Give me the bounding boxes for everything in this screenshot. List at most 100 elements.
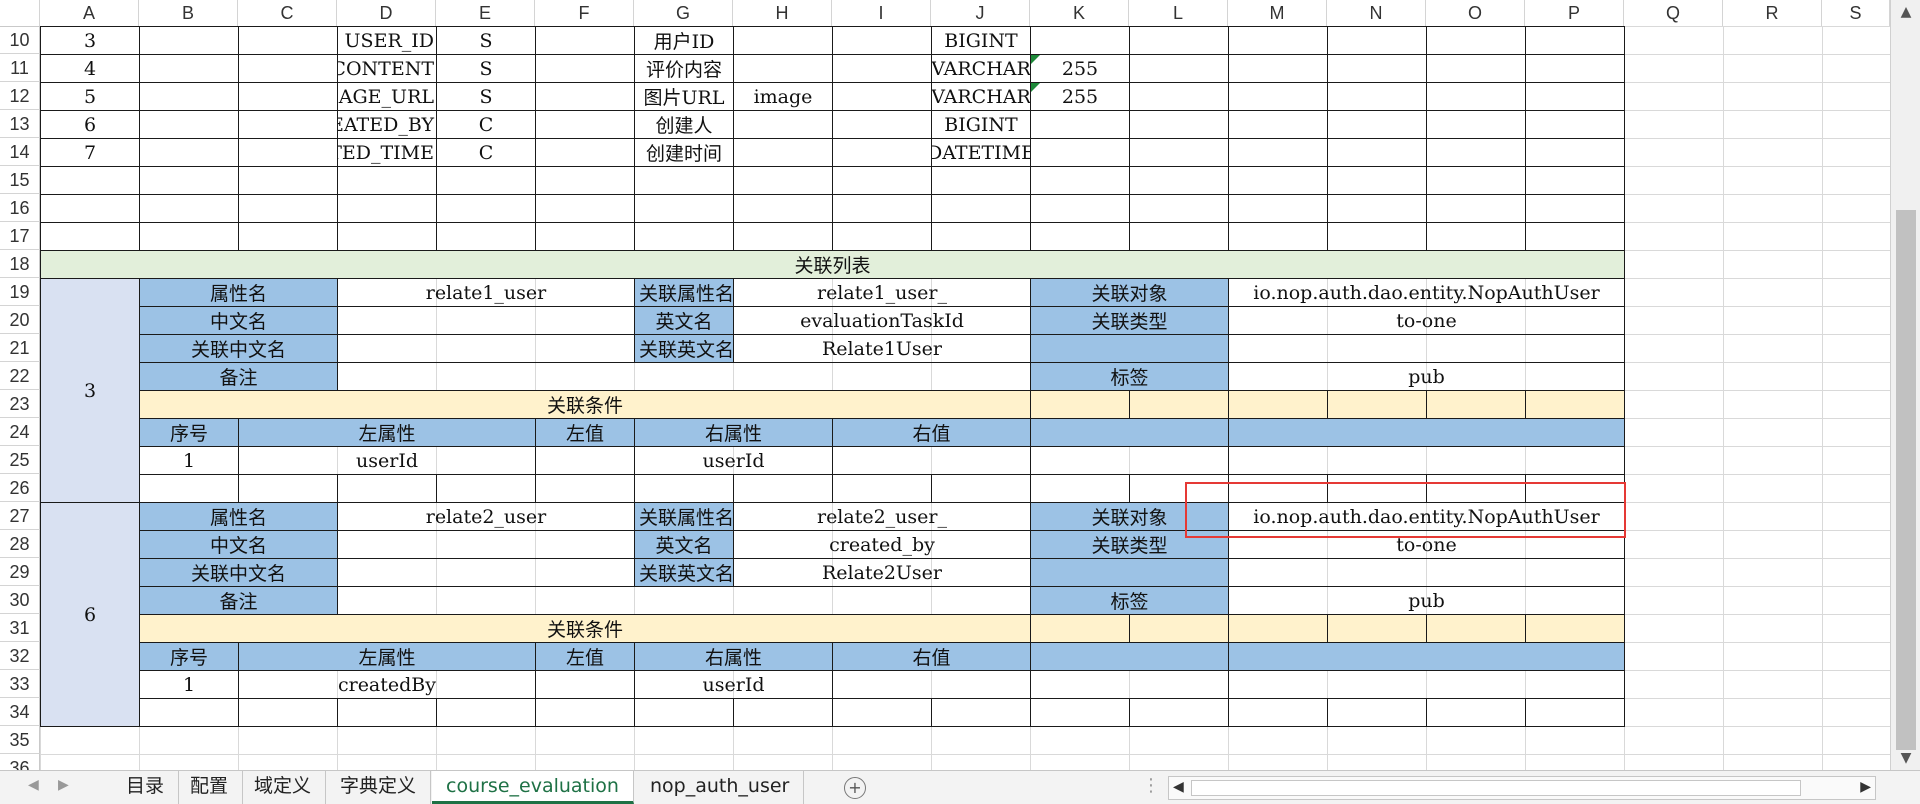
table-cell[interactable] [1129,166,1229,195]
table-cell[interactable] [238,26,338,55]
table-cell[interactable] [1327,194,1427,223]
row-header[interactable]: 21 [0,334,40,362]
row-header[interactable]: 12 [0,82,40,110]
tab-split-handle-icon[interactable]: ⋮ [1142,775,1160,796]
table-cell[interactable] [832,82,932,111]
row-header[interactable]: 30 [0,586,40,614]
table-cell[interactable] [1129,26,1229,55]
table-cell[interactable] [238,54,338,83]
table-cell[interactable] [535,54,635,83]
row-header[interactable]: 34 [0,698,40,726]
blank-cell[interactable] [1426,698,1526,727]
table-cell[interactable] [1129,54,1229,83]
relation-type-cell[interactable]: to-one [1228,306,1625,335]
field-type-cell[interactable]: BIGINT [931,26,1031,55]
horizontal-scrollbar[interactable]: ◀ ▶ [1168,776,1876,800]
cond-blank-cell[interactable] [1426,390,1526,419]
blank-cell[interactable] [1129,698,1229,727]
table-cell[interactable] [535,26,635,55]
label-rel-en-name[interactable]: 关联英文名 [634,558,734,587]
sheet-tab[interactable]: 域定义 [240,771,327,804]
blank-cell[interactable] [1228,446,1625,475]
table-cell[interactable] [1525,166,1625,195]
table-cell[interactable] [436,222,536,251]
table-cell[interactable] [139,54,239,83]
blank-cell[interactable] [337,474,437,503]
table-cell[interactable] [535,166,635,195]
row-header[interactable]: 20 [0,306,40,334]
table-cell[interactable] [1228,110,1328,139]
relation-prop-cell[interactable]: relate1_user_ [733,278,1031,307]
scroll-down-arrow-icon[interactable]: ▼ [1891,746,1920,770]
relation-rel-cn-name-cell[interactable] [337,334,635,363]
table-cell[interactable] [1525,82,1625,111]
label-left-prop[interactable]: 左属性 [238,418,536,447]
row-header[interactable]: 27 [0,502,40,530]
label-tag[interactable]: 标签 [1030,362,1229,391]
row-header[interactable]: 32 [0,642,40,670]
cond-blank-cell[interactable] [1030,614,1130,643]
cond-blank-cell[interactable] [1426,614,1526,643]
table-cell[interactable] [139,166,239,195]
column-header[interactable]: C [238,0,337,26]
table-cell[interactable] [1129,82,1229,111]
table-cell[interactable] [1228,54,1328,83]
label-rel-type[interactable]: 关联类型 [1030,306,1229,335]
column-header[interactable]: R [1723,0,1822,26]
join-left-val-cell[interactable] [535,446,635,475]
table-cell[interactable] [337,166,437,195]
blank-cell[interactable] [733,474,833,503]
table-cell[interactable] [139,222,239,251]
label-rel-object[interactable]: 关联对象 [1030,502,1229,531]
column-header[interactable]: G [634,0,733,26]
row-header[interactable]: 15 [0,166,40,194]
column-header[interactable]: I [832,0,931,26]
relation-tag-cell[interactable]: pub [1228,586,1625,615]
blank-cell[interactable] [1030,474,1130,503]
blank-cell[interactable] [1228,670,1625,699]
blank-cell[interactable] [1228,474,1328,503]
table-cell[interactable] [733,194,833,223]
field-cn-name-cell[interactable]: 用户ID [634,26,734,55]
table-cell[interactable] [1129,194,1229,223]
table-cell[interactable] [634,166,734,195]
table-cell[interactable] [1327,82,1427,111]
cond-blank-cell[interactable] [1327,614,1427,643]
label-prop-name[interactable]: 属性名 [139,278,338,307]
scroll-right-arrow-icon[interactable]: ▶ [1860,779,1871,795]
scroll-up-arrow-icon[interactable]: ▲ [1891,0,1920,24]
blank-cell[interactable] [1030,670,1229,699]
table-cell[interactable] [1129,138,1229,167]
table-cell[interactable] [1327,54,1427,83]
table-cell[interactable] [238,82,338,111]
label-seq[interactable]: 序号 [139,418,239,447]
blank-cell[interactable] [1327,698,1427,727]
row-header[interactable]: 24 [0,418,40,446]
label-rel-en-name[interactable]: 关联英文名 [634,334,734,363]
cond-blank-cell[interactable] [1129,614,1229,643]
row-header[interactable]: 25 [0,446,40,474]
label-en-name[interactable]: 英文名 [634,306,734,335]
table-cell[interactable] [40,222,140,251]
table-cell[interactable] [1228,194,1328,223]
table-cell[interactable] [1228,166,1328,195]
table-cell[interactable] [436,166,536,195]
table-cell[interactable] [1327,222,1427,251]
table-cell[interactable] [535,110,635,139]
relation-name-cell[interactable]: relate2_user [337,502,635,531]
relation-object-cell[interactable]: io.nop.auth.dao.entity.NopAuthUser [1228,502,1625,531]
blank-cell[interactable] [139,698,239,727]
table-cell[interactable] [1030,222,1130,251]
column-header[interactable]: L [1129,0,1228,26]
row-header[interactable]: 18 [0,250,40,278]
label-rel-type[interactable]: 关联类型 [1030,530,1229,559]
row-header[interactable]: 23 [0,390,40,418]
add-sheet-icon[interactable]: + [844,777,866,799]
column-header[interactable]: O [1426,0,1525,26]
table-cell[interactable] [1228,222,1328,251]
blank-cell[interactable] [535,474,635,503]
table-cell[interactable] [1426,110,1526,139]
join-condition-header[interactable]: 关联条件 [139,390,1031,419]
table-cell[interactable] [139,26,239,55]
field-code-cell[interactable]: IMAGE_URL [337,82,437,111]
